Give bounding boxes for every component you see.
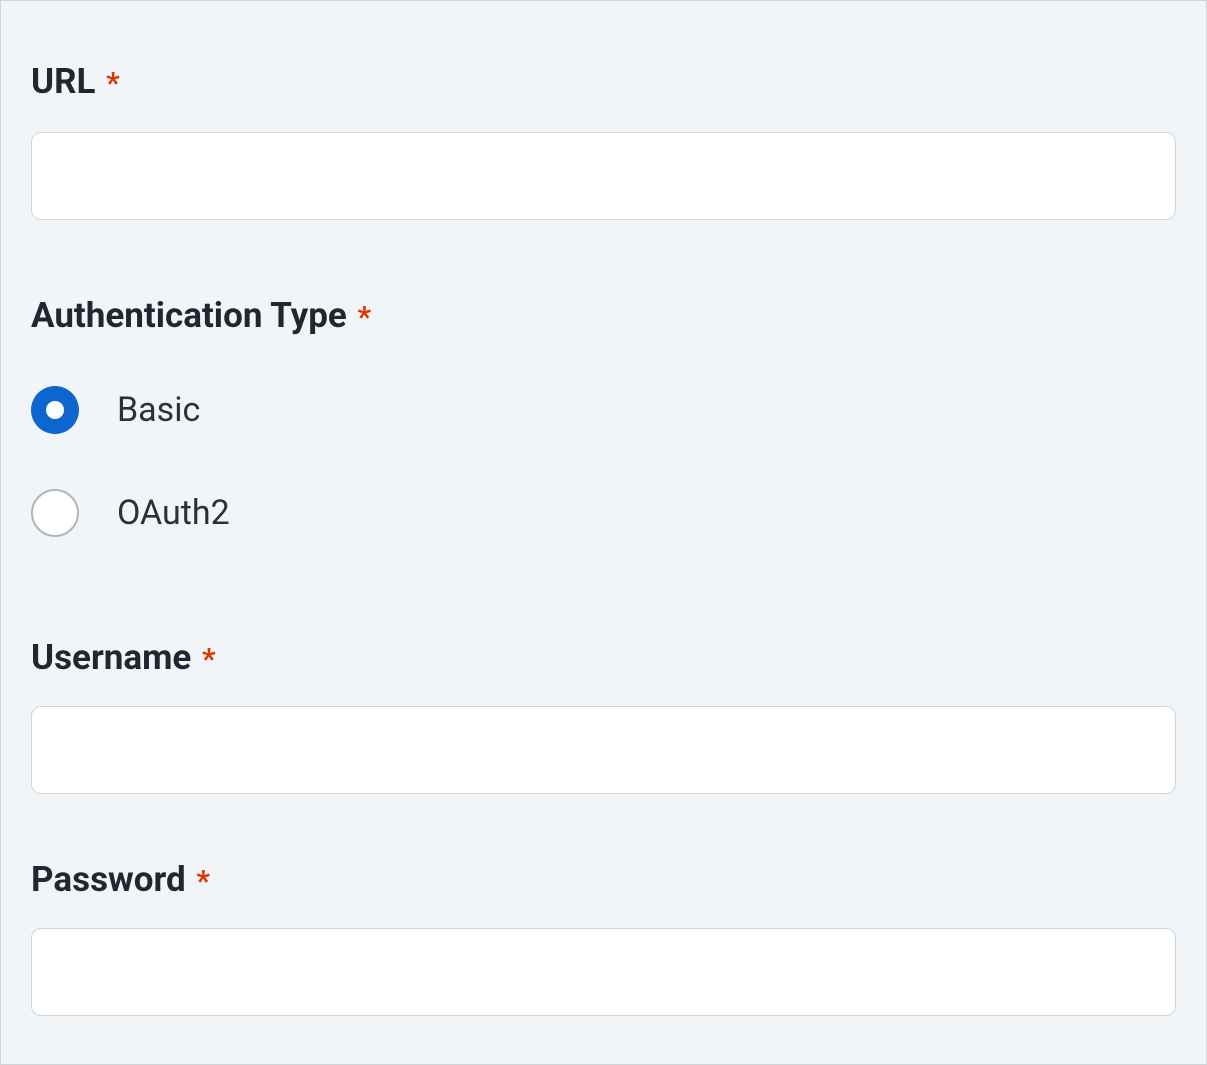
url-label-text: URL — [31, 61, 95, 102]
form-container: URL * Authentication Type * Basic OAuth2… — [0, 0, 1207, 1065]
authentication-type-radio-group: Basic OAuth2 — [31, 386, 1176, 537]
radio-label-basic: Basic — [117, 390, 200, 430]
radio-option-oauth2[interactable]: OAuth2 — [31, 489, 1176, 537]
required-icon: * — [196, 864, 210, 899]
radio-label-oauth2: OAuth2 — [117, 493, 230, 533]
radio-icon — [31, 386, 79, 434]
url-input[interactable] — [31, 132, 1176, 220]
required-icon: * — [106, 66, 120, 101]
authentication-type-label-text: Authentication Type — [31, 295, 347, 336]
password-label-text: Password — [31, 859, 186, 900]
username-label: Username * — [31, 637, 1176, 678]
required-icon: * — [357, 300, 371, 335]
password-label: Password * — [31, 859, 1176, 900]
radio-option-basic[interactable]: Basic — [31, 386, 1176, 434]
username-form-group: Username * — [31, 637, 1176, 794]
username-input[interactable] — [31, 706, 1176, 794]
url-form-group: URL * — [31, 61, 1176, 220]
radio-icon — [31, 489, 79, 537]
username-label-text: Username — [31, 637, 191, 678]
url-label: URL * — [31, 61, 1176, 102]
password-form-group: Password * — [31, 859, 1176, 1016]
password-input[interactable] — [31, 928, 1176, 1016]
authentication-type-label: Authentication Type * — [31, 295, 1176, 336]
required-icon: * — [202, 642, 216, 677]
authentication-type-form-group: Authentication Type * Basic OAuth2 — [31, 295, 1176, 537]
